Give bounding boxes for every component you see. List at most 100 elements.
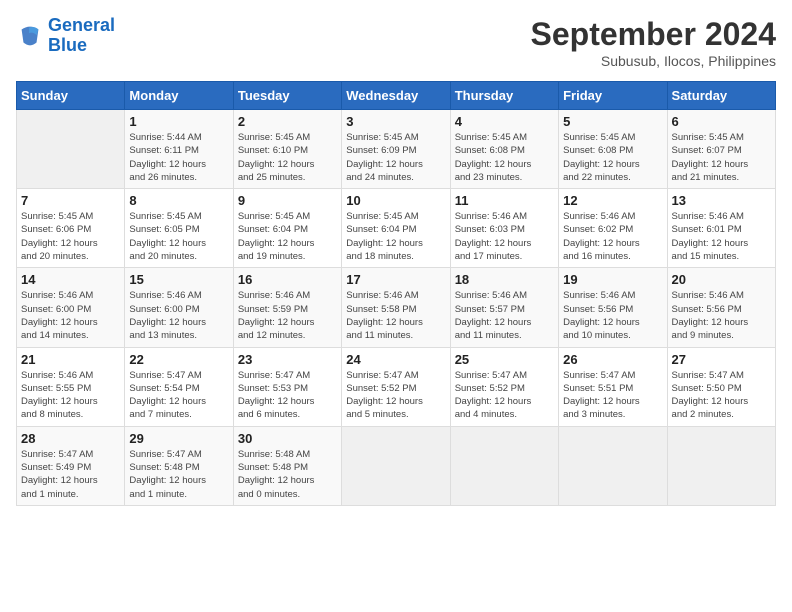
day-info: Sunrise: 5:46 AM Sunset: 5:59 PM Dayligh… [238,289,337,342]
day-number: 11 [455,193,554,208]
table-row: 7 Sunrise: 5:45 AM Sunset: 6:06 PM Daylig… [17,189,125,268]
day-number: 14 [21,272,120,287]
day-number: 7 [21,193,120,208]
table-row: 3Sunrise: 5:45 AM Sunset: 6:09 PM Daylig… [342,110,450,189]
day-number: 18 [455,272,554,287]
day-info: Sunrise: 5:44 AM Sunset: 6:11 PM Dayligh… [129,131,228,184]
day-info: Sunrise: 5:47 AM Sunset: 5:48 PM Dayligh… [129,448,228,501]
day-info: Sunrise: 5:46 AM Sunset: 6:00 PM Dayligh… [129,289,228,342]
table-row [342,426,450,505]
table-row: 4 Sunrise: 5:45 AM Sunset: 6:08 PM Daylig… [450,110,558,189]
table-row: 16Sunrise: 5:46 AM Sunset: 5:59 PM Dayli… [233,268,341,347]
day-info: Sunrise: 5:46 AM Sunset: 5:58 PM Dayligh… [346,289,445,342]
table-row: 6 Sunrise: 5:45 AM Sunset: 6:07 PM Daylig… [667,110,775,189]
table-row: 10 Sunrise: 5:45 AM Sunset: 6:04 PM Dayli… [342,189,450,268]
logo-icon [16,22,44,50]
table-row: 5 Sunrise: 5:45 AM Sunset: 6:08 PM Daylig… [559,110,667,189]
table-row: 1 Sunrise: 5:44 AM Sunset: 6:11 PM Daylig… [125,110,233,189]
day-number: 5 [563,114,662,129]
day-info: Sunrise: 5:47 AM Sunset: 5:53 PM Dayligh… [238,369,337,422]
table-row: 26 Sunrise: 5:47 AM Sunset: 5:51 PM Dayli… [559,347,667,426]
day-number: 25 [455,352,554,367]
page-header: General Blue September 2024 Subusub, Ilo… [16,16,776,69]
calendar-table: Sunday Monday Tuesday Wednesday Thursday… [16,81,776,506]
day-number: 21 [21,352,120,367]
day-number: 26 [563,352,662,367]
day-info: Sunrise: 5:47 AM Sunset: 5:51 PM Dayligh… [563,369,662,422]
calendar-row: 21 Sunrise: 5:46 AM Sunset: 5:55 PM Dayli… [17,347,776,426]
title-section: September 2024 Subusub, Ilocos, Philippi… [531,16,776,69]
table-row: 11 Sunrise: 5:46 AM Sunset: 6:03 PM Dayli… [450,189,558,268]
day-number: 12 [563,193,662,208]
day-number: 13 [672,193,771,208]
day-info: Sunrise: 5:47 AM Sunset: 5:54 PM Dayligh… [129,369,228,422]
day-number: 19 [563,272,662,287]
day-number: 20 [672,272,771,287]
day-number: 28 [21,431,120,446]
location-subtitle: Subusub, Ilocos, Philippines [531,53,776,69]
day-number: 1 [129,114,228,129]
calendar-row: 1 Sunrise: 5:44 AM Sunset: 6:11 PM Daylig… [17,110,776,189]
table-row: 9Sunrise: 5:45 AM Sunset: 6:04 PM Daylig… [233,189,341,268]
day-number: 2 [238,114,337,129]
table-row: 19 Sunrise: 5:46 AM Sunset: 5:56 PM Dayli… [559,268,667,347]
day-number: 15 [129,272,228,287]
table-row: 27 Sunrise: 5:47 AM Sunset: 5:50 PM Dayli… [667,347,775,426]
header-monday: Monday [125,82,233,110]
day-info: Sunrise: 5:45 AM Sunset: 6:08 PM Dayligh… [455,131,554,184]
table-row: 14Sunrise: 5:46 AM Sunset: 6:00 PM Dayli… [17,268,125,347]
day-info: Sunrise: 5:46 AM Sunset: 6:01 PM Dayligh… [672,210,771,263]
header-wednesday: Wednesday [342,82,450,110]
table-row: 15 Sunrise: 5:46 AM Sunset: 6:00 PM Dayli… [125,268,233,347]
day-info: Sunrise: 5:47 AM Sunset: 5:52 PM Dayligh… [455,369,554,422]
table-row: 28 Sunrise: 5:47 AM Sunset: 5:49 PM Dayli… [17,426,125,505]
day-info: Sunrise: 5:45 AM Sunset: 6:05 PM Dayligh… [129,210,228,263]
calendar-row: 28 Sunrise: 5:47 AM Sunset: 5:49 PM Dayli… [17,426,776,505]
table-row: 21 Sunrise: 5:46 AM Sunset: 5:55 PM Dayli… [17,347,125,426]
day-info: Sunrise: 5:45 AM Sunset: 6:08 PM Dayligh… [563,131,662,184]
day-info: Sunrise: 5:46 AM Sunset: 5:57 PM Dayligh… [455,289,554,342]
day-info: Sunrise: 5:47 AM Sunset: 5:49 PM Dayligh… [21,448,120,501]
day-info: Sunrise: 5:47 AM Sunset: 5:52 PM Dayligh… [346,369,445,422]
table-row: 12 Sunrise: 5:46 AM Sunset: 6:02 PM Dayli… [559,189,667,268]
day-number: 23 [238,352,337,367]
header-friday: Friday [559,82,667,110]
weekday-header-row: Sunday Monday Tuesday Wednesday Thursday… [17,82,776,110]
logo: General Blue [16,16,115,56]
table-row: 29Sunrise: 5:47 AM Sunset: 5:48 PM Dayli… [125,426,233,505]
table-row: 30 Sunrise: 5:48 AM Sunset: 5:48 PM Dayli… [233,426,341,505]
header-sunday: Sunday [17,82,125,110]
day-info: Sunrise: 5:47 AM Sunset: 5:50 PM Dayligh… [672,369,771,422]
day-info: Sunrise: 5:45 AM Sunset: 6:04 PM Dayligh… [346,210,445,263]
day-info: Sunrise: 5:45 AM Sunset: 6:04 PM Dayligh… [238,210,337,263]
table-row [559,426,667,505]
day-info: Sunrise: 5:45 AM Sunset: 6:06 PM Dayligh… [21,210,120,263]
day-number: 10 [346,193,445,208]
day-number: 4 [455,114,554,129]
table-row: 13 Sunrise: 5:46 AM Sunset: 6:01 PM Dayli… [667,189,775,268]
day-number: 30 [238,431,337,446]
day-info: Sunrise: 5:46 AM Sunset: 5:56 PM Dayligh… [563,289,662,342]
day-number: 6 [672,114,771,129]
day-info: Sunrise: 5:45 AM Sunset: 6:07 PM Dayligh… [672,131,771,184]
header-saturday: Saturday [667,82,775,110]
table-row [17,110,125,189]
day-info: Sunrise: 5:46 AM Sunset: 5:55 PM Dayligh… [21,369,120,422]
calendar-row: 14 Sunrise: 5:46 AM Sunset: 6:00 PM Dayli… [17,268,776,347]
month-title: September 2024 [531,16,776,53]
table-row: 25 Sunrise: 5:47 AM Sunset: 5:52 PM Dayli… [450,347,558,426]
table-row: 20 Sunrise: 5:46 AM Sunset: 5:56 PM Dayli… [667,268,775,347]
header-thursday: Thursday [450,82,558,110]
table-row [450,426,558,505]
table-row: 22Sunrise: 5:47 AM Sunset: 5:54 PM Dayli… [125,347,233,426]
day-number: 27 [672,352,771,367]
table-row: 8Sunrise: 5:45 AM Sunset: 6:05 PM Daylig… [125,189,233,268]
day-info: Sunrise: 5:46 AM Sunset: 5:56 PM Dayligh… [672,289,771,342]
table-row: 2Sunrise: 5:45 AM Sunset: 6:10 PM Daylig… [233,110,341,189]
calendar-row: 7 Sunrise: 5:45 AM Sunset: 6:06 PM Daylig… [17,189,776,268]
day-info: Sunrise: 5:48 AM Sunset: 5:48 PM Dayligh… [238,448,337,501]
day-info: Sunrise: 5:46 AM Sunset: 6:03 PM Dayligh… [455,210,554,263]
day-number: 24 [346,352,445,367]
table-row: 17Sunrise: 5:46 AM Sunset: 5:58 PM Dayli… [342,268,450,347]
day-info: Sunrise: 5:46 AM Sunset: 6:02 PM Dayligh… [563,210,662,263]
